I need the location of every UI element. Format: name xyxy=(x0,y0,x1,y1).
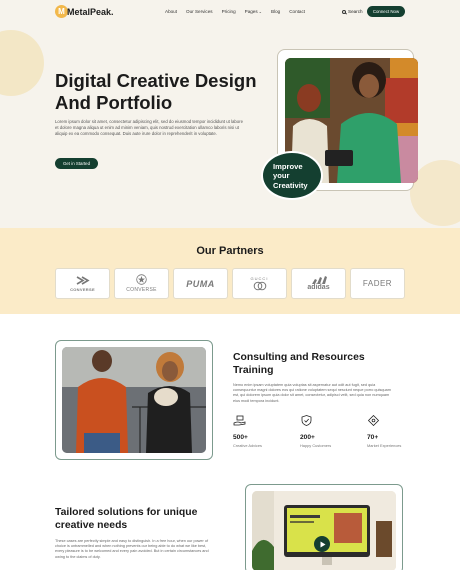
brand-name: MetalPeak. xyxy=(67,6,114,17)
partner-logo-fader[interactable]: FADER xyxy=(350,268,405,299)
partner-logo-converse-star[interactable]: CONVERSE xyxy=(114,268,169,299)
stat-item: 70+ Market Experiences xyxy=(367,414,403,448)
top-navbar: M MetalPeak. About Our Services Pricing … xyxy=(0,0,460,24)
badge-line1: Improve xyxy=(273,162,303,171)
nav-link-pages[interactable]: Pages⌄ xyxy=(245,9,262,14)
stat-label: Market Experiences xyxy=(367,443,402,448)
gucci-gg-icon xyxy=(253,281,266,291)
nav-link-about[interactable]: About xyxy=(165,9,177,14)
consulting-photo xyxy=(62,347,206,453)
partner-logo-text: CONVERSE xyxy=(126,287,157,293)
search-button[interactable]: Search xyxy=(342,9,363,14)
stat-value: 200+ xyxy=(300,434,315,441)
stat-value: 70+ xyxy=(367,434,379,441)
partner-logo-text: CONVERSE xyxy=(70,286,95,292)
brand-logo[interactable]: M MetalPeak. xyxy=(55,5,114,18)
converse-star-icon xyxy=(136,274,147,285)
chevron-down-icon: ⌄ xyxy=(258,9,263,14)
consulting-title: Consulting and Resources Training xyxy=(233,352,365,376)
partner-logo-converse[interactable]: CONVERSE xyxy=(55,268,110,299)
nav-link-pages-label: Pages xyxy=(244,9,258,14)
badge-line3: Creativity xyxy=(273,180,308,190)
nav-link-pricing[interactable]: Pricing xyxy=(222,9,236,14)
partner-logo-gucci[interactable]: GUCCI xyxy=(232,268,287,299)
partner-logo-text: adidas xyxy=(307,284,330,291)
connect-now-button[interactable]: Connect Now xyxy=(367,6,405,17)
nav-link-contact[interactable]: Contact xyxy=(289,9,305,14)
hero-title-line1: Digital Creative Design xyxy=(55,70,257,91)
nav-links: About Our Services Pricing Pages⌄ Blog C… xyxy=(165,9,305,14)
search-label: Search xyxy=(348,9,363,14)
stat-label: Happy Customers xyxy=(300,443,332,448)
stat-item: 500+ Creative Advices xyxy=(233,415,269,448)
partner-logo-adidas[interactable]: adidas xyxy=(291,268,346,299)
stat-item: 200+ Happy Customers xyxy=(300,415,336,448)
partner-logo-text: PUMA xyxy=(186,278,215,289)
consulting-photo-illustration xyxy=(62,347,206,453)
converse-chevron-icon xyxy=(76,275,90,285)
nav-link-blog[interactable]: Blog xyxy=(271,9,280,14)
partners-title: Our Partners xyxy=(196,245,264,257)
play-button[interactable] xyxy=(314,536,330,552)
hero-title-line2: And Portfolio xyxy=(55,92,173,113)
stats-row: 500+ Creative Advices 200+ Happy Custome… xyxy=(233,414,403,448)
search-icon xyxy=(342,9,346,14)
badge-line2: your xyxy=(273,171,290,181)
shield-check-icon xyxy=(301,415,312,426)
stat-label: Creative Advices xyxy=(233,443,262,448)
network-icon xyxy=(367,414,380,427)
partner-logos: CONVERSE CONVERSE PUMA GUCCI adidas FADE… xyxy=(55,268,405,299)
decorative-blob xyxy=(0,30,44,96)
get-started-button[interactable]: Get in Started xyxy=(55,158,98,169)
hero-title: Digital Creative Design And Portfolio xyxy=(55,70,275,114)
tailored-title: Tailored solutions for unique creative n… xyxy=(55,507,198,531)
consulting-description: Nemo enim ipsam voluptatem quia voluptas… xyxy=(233,383,391,403)
hero-description: Lorem ipsum dolor sit amet, consectetur … xyxy=(55,119,243,136)
gift-hand-icon xyxy=(233,415,246,426)
improve-creativity-badge: Improve your Creativity xyxy=(261,151,323,200)
adidas-stripes-icon xyxy=(311,276,327,284)
play-icon xyxy=(320,541,325,547)
nav-link-services[interactable]: Our Services xyxy=(186,9,213,14)
video-thumbnail-illustration xyxy=(252,491,396,570)
video-thumbnail[interactable] xyxy=(252,491,396,570)
stat-value: 500+ xyxy=(233,434,248,441)
partner-logo-puma[interactable]: PUMA xyxy=(173,268,228,299)
tailored-description: These cases are perfectly simple and eas… xyxy=(55,539,209,559)
partner-logo-text: FADER xyxy=(362,279,393,288)
